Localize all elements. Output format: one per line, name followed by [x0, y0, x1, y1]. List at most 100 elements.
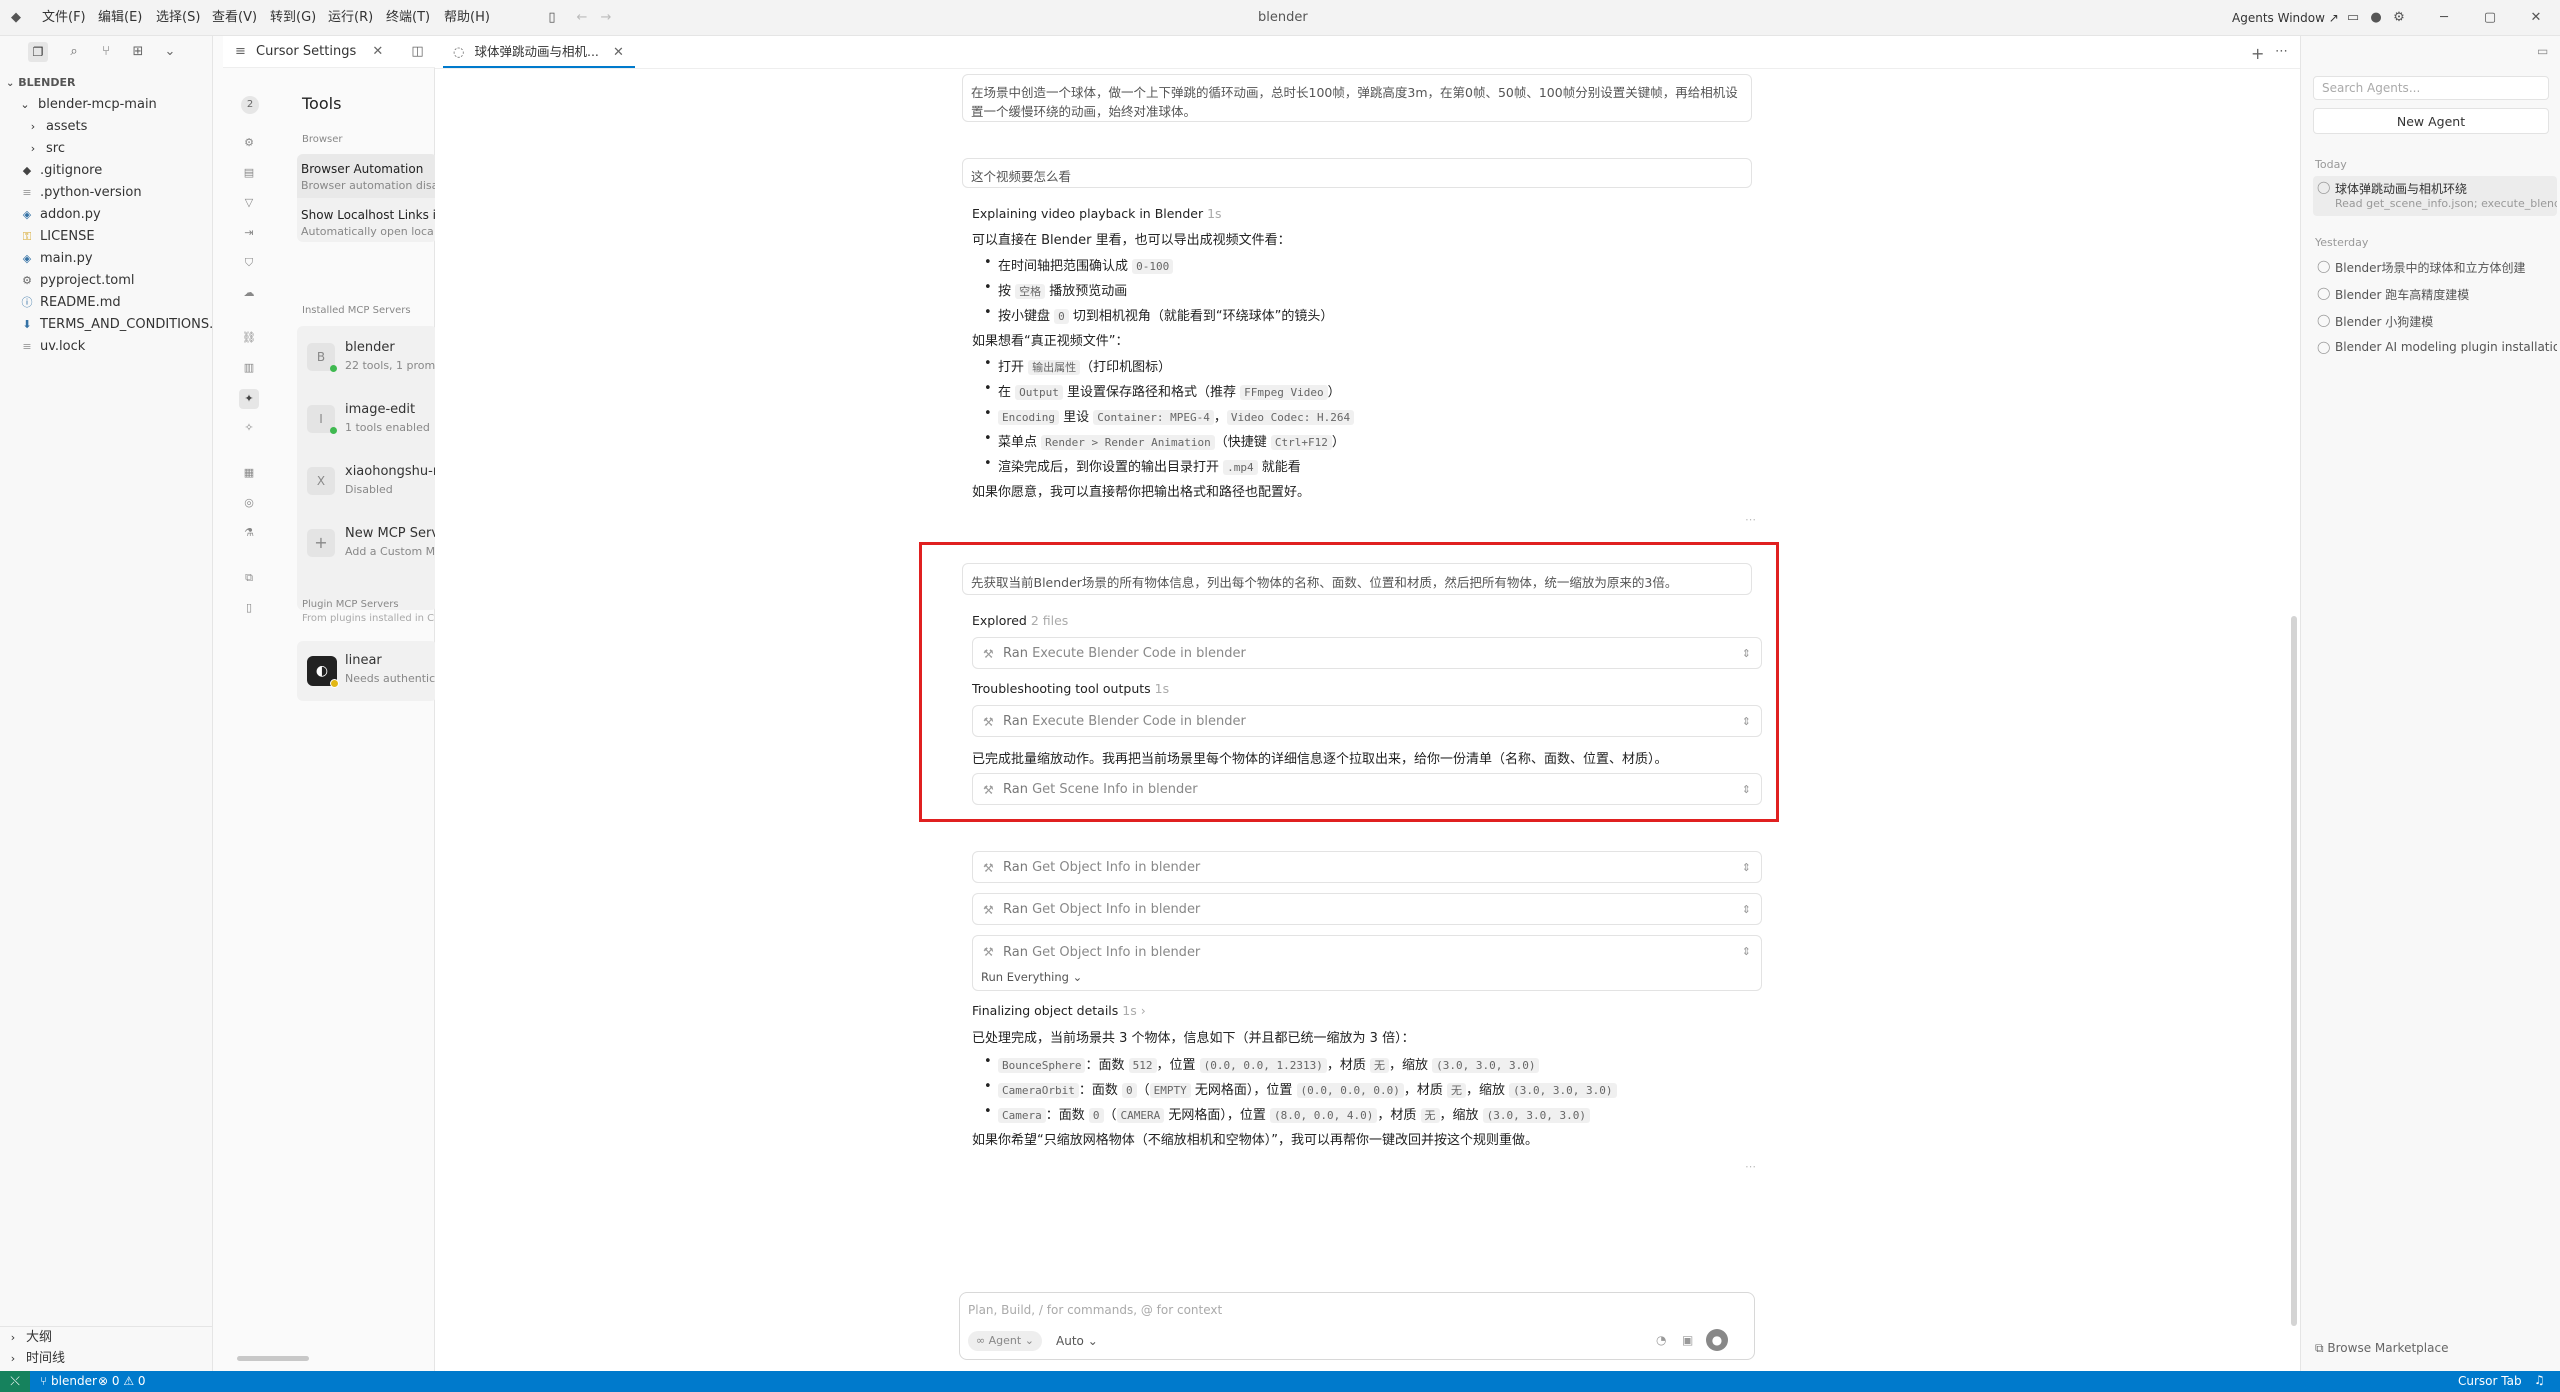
document-icon[interactable]: ▥: [241, 361, 257, 377]
agents-window-link[interactable]: Agents Window ↗: [2232, 0, 2339, 36]
chevron-down-icon[interactable]: ⌄: [160, 42, 180, 62]
browse-marketplace-link[interactable]: ⧉ Browse Marketplace: [2315, 1341, 2448, 1356]
timeline-section[interactable]: › 时间线: [0, 1348, 213, 1370]
model-selector[interactable]: Auto ⌄: [1056, 1331, 1098, 1351]
tool-call-row[interactable]: ⚒ Ran Get Scene Info in blender ⇕: [972, 773, 1762, 805]
agent-item[interactable]: ◯ Blender场景中的球体和立方体创建: [2313, 255, 2557, 281]
file-python-version[interactable]: ≡ .python-version: [0, 182, 213, 204]
new-agent-button[interactable]: New Agent: [2313, 108, 2549, 134]
gear-icon[interactable]: ⚙: [2389, 8, 2409, 28]
panel-toggle-icon[interactable]: ▭: [2537, 44, 2548, 58]
folder-src[interactable]: › src: [0, 138, 213, 160]
search-agents-input[interactable]: Search Agents...: [2313, 76, 2549, 100]
toggle-sidebar-icon[interactable]: ▯: [542, 8, 562, 28]
microphone-icon[interactable]: ●: [1706, 1329, 1728, 1351]
file-uv-lock[interactable]: ≡ uv.lock: [0, 336, 213, 358]
more-icon[interactable]: ⋯: [1745, 1160, 1756, 1173]
close-icon[interactable]: ✕: [613, 45, 624, 60]
search-icon[interactable]: ⌕: [64, 42, 84, 62]
close-icon[interactable]: ✕: [372, 44, 383, 59]
thinking-label[interactable]: Explaining video playback in Blender 1s: [972, 206, 1222, 221]
source-control-icon[interactable]: ⑂: [96, 42, 116, 62]
close-window-icon[interactable]: ✕: [2526, 8, 2546, 28]
shield-icon[interactable]: ⛉: [241, 256, 257, 272]
file-gitignore[interactable]: ◆ .gitignore: [0, 160, 213, 182]
filter-icon[interactable]: ▽: [241, 196, 257, 212]
agent-item[interactable]: ◯ Blender AI modeling plugin installatio: [2313, 336, 2557, 362]
tab-cursor-settings[interactable]: ≡ Cursor Settings ✕ ◫ ⋯: [223, 36, 451, 68]
book-icon[interactable]: ▯: [241, 601, 257, 617]
thinking-label[interactable]: Finalizing object details 1s ›: [972, 1003, 1146, 1018]
scrollbar-thumb[interactable]: [2291, 616, 2297, 1326]
sparkle-icon[interactable]: ✧: [241, 421, 257, 437]
file-license[interactable]: ⚿ LICENSE: [0, 226, 213, 248]
cloud-icon[interactable]: ☁: [241, 286, 257, 302]
avatar[interactable]: 2: [241, 96, 259, 114]
menu-select[interactable]: 选择(S): [156, 0, 200, 36]
horizontal-scrollbar[interactable]: [223, 1356, 435, 1362]
thinking-label[interactable]: Troubleshooting tool outputs 1s: [972, 681, 1169, 696]
server-blender[interactable]: B blender 22 tools, 1 prom: [297, 326, 437, 388]
plus-icon[interactable]: +: [2251, 44, 2264, 63]
file-readme[interactable]: ⓘ README.md: [0, 292, 213, 314]
menu-help[interactable]: 帮助(H): [444, 0, 490, 36]
menu-file[interactable]: 文件(F): [42, 0, 86, 36]
maximize-icon[interactable]: ▢: [2480, 8, 2500, 28]
layout-icon[interactable]: ▭: [2343, 8, 2363, 28]
tool-call-row[interactable]: ⚒ Ran Get Object Info in blender ⇕: [972, 893, 1762, 925]
cursor-tab-status[interactable]: Cursor Tab: [2458, 1374, 2522, 1388]
forward-arrow-icon[interactable]: →: [596, 8, 616, 28]
link-icon[interactable]: ⛓: [241, 331, 257, 347]
package-icon[interactable]: ⧉: [241, 571, 257, 587]
agent-mode-chip[interactable]: ∞ Agent ⌄: [968, 1331, 1042, 1351]
server-image-edit[interactable]: I image-edit 1 tools enabled: [297, 388, 437, 450]
database-icon[interactable]: ▦: [241, 466, 257, 482]
tab-icon[interactable]: ⇥: [241, 226, 257, 242]
agent-item-active[interactable]: ◯ 球体弹跳动画与相机环绕 Read get_scene_info.json; …: [2313, 176, 2557, 216]
more-icon[interactable]: ⋯: [1745, 513, 1756, 526]
gear-icon[interactable]: ⚙: [241, 136, 257, 152]
menu-view[interactable]: 查看(V): [212, 0, 257, 36]
remote-icon[interactable]: ⤬: [0, 1371, 30, 1392]
menu-edit[interactable]: 编辑(E): [98, 0, 142, 36]
outline-section[interactable]: › 大纲: [0, 1326, 213, 1348]
tool-call-group[interactable]: ⚒ Ran Get Object Info in blender ⇕ Run E…: [972, 935, 1762, 991]
split-editor-icon[interactable]: ◫: [411, 44, 423, 59]
menu-goto[interactable]: 转到(G): [270, 0, 316, 36]
flask-icon[interactable]: ⚗: [241, 526, 257, 542]
agent-item[interactable]: ◯ Blender 跑车高精度建模: [2313, 282, 2557, 308]
tool-call-row[interactable]: ⚒ Ran Get Object Info in blender ⇕: [972, 851, 1762, 883]
files-icon[interactable]: ❐: [28, 42, 48, 62]
problems-indicator[interactable]: ⊗ 0 ⚠ 0: [98, 1374, 146, 1388]
file-pyproject[interactable]: ⚙ pyproject.toml: [0, 270, 213, 292]
new-mcp-server-button[interactable]: + New MCP Serv Add a Custom M: [297, 512, 437, 574]
folder-assets[interactable]: › assets: [0, 116, 213, 138]
tool-call-row[interactable]: ⚒ Ran Execute Blender Code in blender ⇕: [972, 705, 1762, 737]
chat-icon[interactable]: ●: [2366, 8, 2386, 28]
extensions-icon[interactable]: ⊞: [128, 42, 148, 62]
globe-icon[interactable]: ◎: [241, 496, 257, 512]
more-icon[interactable]: ⋯: [2275, 44, 2288, 59]
server-linear[interactable]: ◐ linear Needs authentic: [297, 641, 437, 701]
composer-input[interactable]: Plan, Build, / for commands, @ for conte…: [968, 1303, 1222, 1317]
image-icon[interactable]: ▣: [1682, 1333, 1693, 1347]
minimize-icon[interactable]: ─: [2434, 8, 2454, 28]
server-xiaohongshu[interactable]: X xiaohongshu-m Disabled: [297, 450, 437, 512]
explorer-section-header[interactable]: ⌄ BLENDER: [0, 72, 213, 94]
folder-root[interactable]: ⌄ blender-mcp-main: [0, 94, 213, 116]
tab-agent-chat[interactable]: ◌ 球体弹跳动画与相机... ✕: [443, 36, 635, 68]
file-addon-py[interactable]: ◈ addon.py: [0, 204, 213, 226]
tool-call-row[interactable]: ⚒ Ran Execute Blender Code in blender ⇕: [972, 637, 1762, 669]
menu-run[interactable]: 运行(R): [328, 0, 373, 36]
back-arrow-icon[interactable]: ←: [572, 8, 592, 28]
remote-label[interactable]: ⑂ blender: [40, 1374, 97, 1388]
localhost-links-title[interactable]: Show Localhost Links in: [301, 208, 437, 222]
user-message[interactable]: 先获取当前Blender场景的所有物体信息，列出每个物体的名称、面数、位置和材质…: [962, 563, 1752, 595]
user-message[interactable]: 在场景中创造一个球体，做一个上下弹跳的循环动画，总时长100帧，弹跳高度3m，在…: [962, 74, 1752, 122]
tools-icon[interactable]: ✦: [239, 389, 259, 409]
chat-icon[interactable]: ▤: [241, 166, 257, 182]
user-message[interactable]: 这个视频要怎么看: [962, 158, 1752, 188]
menu-terminal[interactable]: 终端(T): [386, 0, 430, 36]
scrollbar-thumb[interactable]: [237, 1356, 309, 1361]
file-main-py[interactable]: ◈ main.py: [0, 248, 213, 270]
